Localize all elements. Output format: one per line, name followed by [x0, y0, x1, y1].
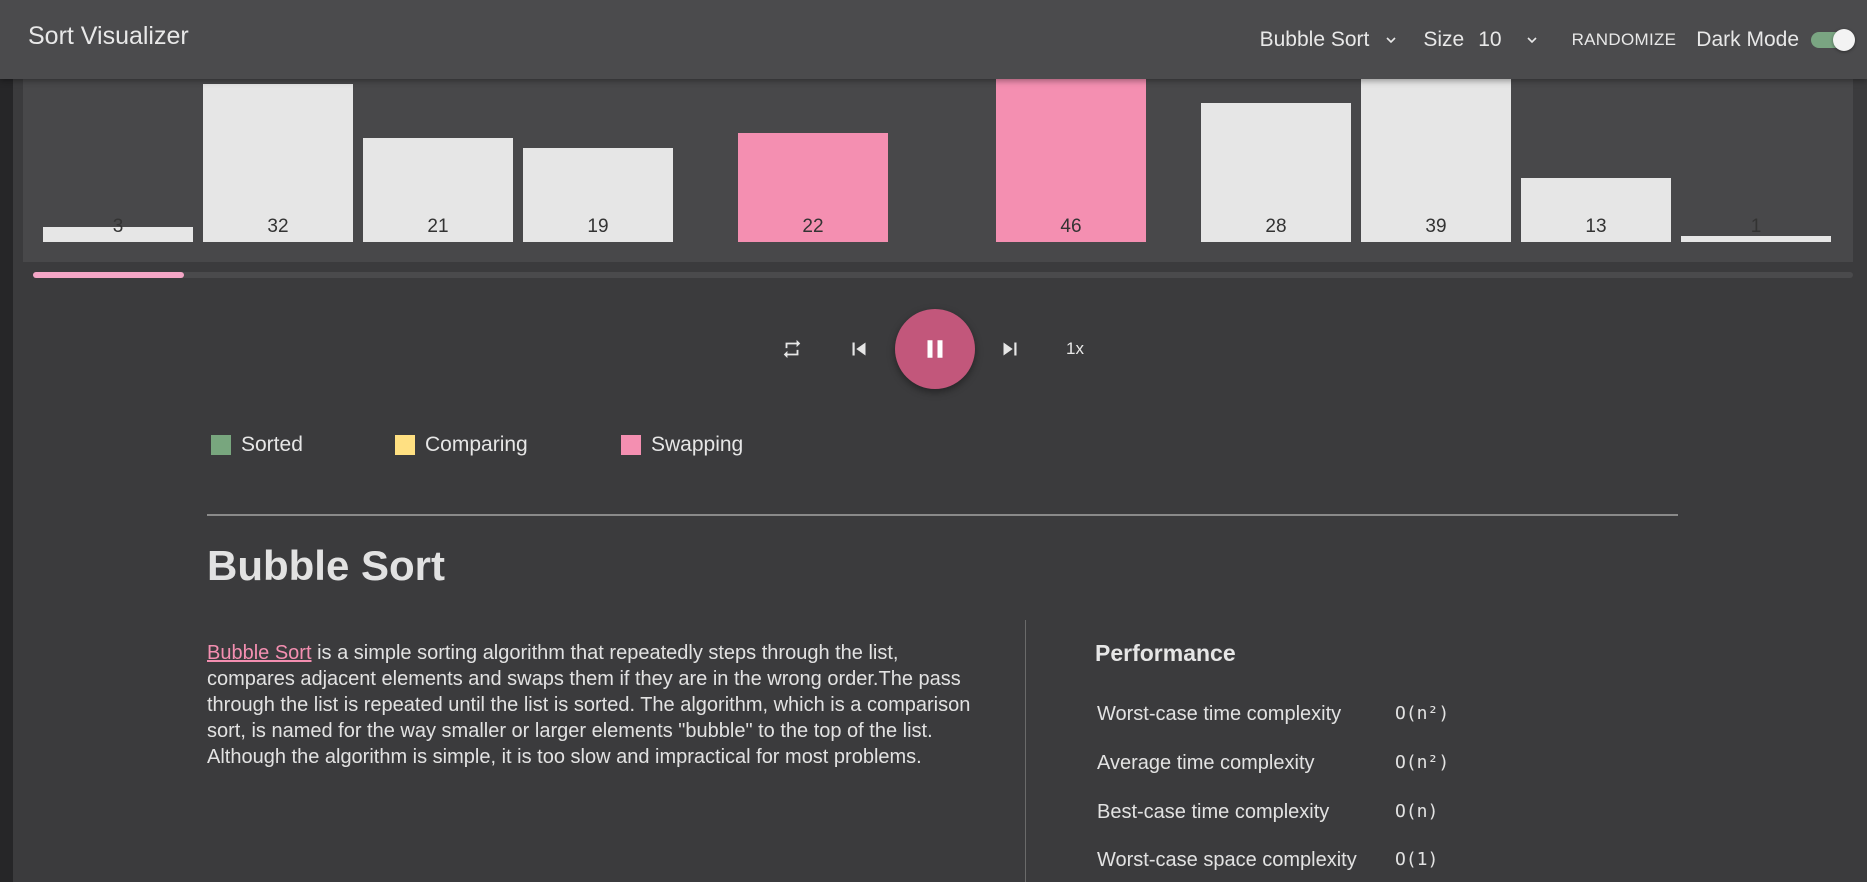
pause-button[interactable]: [895, 309, 975, 389]
bar-value-label: 19: [587, 216, 609, 237]
repeat-button[interactable]: [780, 337, 804, 361]
algorithm-wiki-link[interactable]: Bubble Sort: [207, 642, 312, 664]
step-forward-button[interactable]: [997, 336, 1023, 362]
skip-next-icon: [1003, 342, 1017, 356]
performance-title: Performance: [1095, 640, 1236, 666]
step-back-button[interactable]: [846, 336, 872, 362]
array-bar: 13: [1521, 178, 1671, 242]
array-bar: 1: [1681, 216, 1831, 242]
performance-label: Best-case time complexity: [1097, 801, 1330, 823]
app-header: Sort Visualizer Bubble Sort Size 10 RAND…: [0, 0, 1867, 79]
progress-bar[interactable]: [33, 272, 1853, 278]
performance-row: Worst-case space complexity O(1): [1097, 849, 1438, 872]
dark-mode-toggle[interactable]: [1811, 28, 1855, 51]
legend-label: Comparing: [425, 433, 528, 456]
pause-icon: [927, 340, 943, 358]
array-bar: 3: [43, 216, 193, 242]
legend-item-sorted: Sorted: [211, 433, 303, 457]
performance-row: Best-case time complexity O(n): [1097, 801, 1438, 824]
legend-swatch: [211, 435, 231, 455]
size-select-value: 10: [1478, 27, 1502, 51]
bar-value-label: 3: [112, 216, 124, 237]
bar-value-label: 22: [802, 216, 824, 237]
performance-label: Worst-case time complexity: [1097, 703, 1342, 725]
array-bar: 21: [363, 138, 513, 242]
algorithm-description: Bubble Sort is a simple sorting algorith…: [207, 640, 977, 770]
bar-value-label: 46: [1060, 216, 1082, 237]
performance-value: O(1): [1395, 849, 1439, 870]
algorithm-select[interactable]: Bubble Sort: [1260, 28, 1398, 52]
repeat-icon: [783, 339, 801, 359]
randomize-button[interactable]: RANDOMIZE: [1572, 30, 1677, 50]
legend-label: Swapping: [651, 433, 744, 456]
left-edge-strip: [0, 0, 13, 882]
chevron-down-icon: [1386, 36, 1396, 43]
performance-value: O(n): [1395, 801, 1439, 822]
legend-label: Sorted: [241, 433, 303, 456]
progress-fill: [33, 272, 185, 278]
legend-item-comparing: Comparing: [395, 433, 528, 457]
performance-value: O(n²): [1395, 703, 1450, 724]
size-select[interactable]: 10: [1478, 28, 1537, 52]
array-bar: 22: [738, 133, 888, 242]
bar-value-label: 32: [267, 216, 289, 237]
app-title: Sort Visualizer: [28, 22, 189, 50]
header-controls: Bubble Sort Size 10 RANDOMIZE Dark Mode: [1260, 0, 1867, 79]
description-text: is a simple sorting algorithm that repea…: [207, 642, 971, 768]
page: Sort Visualizer Bubble Sort Size 10 RAND…: [0, 0, 1867, 882]
speed-button[interactable]: 1x: [1055, 336, 1095, 362]
legend-swatch: [621, 435, 641, 455]
performance-row: Average time complexity O(n²): [1097, 752, 1449, 775]
legend-swatch: [395, 435, 415, 455]
vertical-divider: [1025, 620, 1026, 882]
dark-mode-label: Dark Mode: [1696, 27, 1799, 51]
bar-value-label: 39: [1425, 216, 1447, 237]
skip-previous-icon: [852, 342, 866, 356]
performance-label: Average time complexity: [1097, 752, 1315, 774]
array-visualizer: 3 32 21 19 22 46 28 39 13 1: [23, 14, 1853, 262]
performance-label: Worst-case space complexity: [1097, 849, 1357, 871]
array-bar: 32: [203, 84, 353, 242]
chevron-down-icon: [1527, 36, 1537, 43]
legend-item-swapping: Swapping: [621, 433, 743, 457]
section-divider: [207, 514, 1678, 516]
bar-value-label: 1: [1750, 216, 1762, 237]
bar-value-label: 28: [1265, 216, 1287, 237]
performance-row: Worst-case time complexity O(n²): [1097, 703, 1449, 726]
toggle-thumb: [1833, 28, 1855, 51]
size-label: Size: [1423, 27, 1465, 51]
performance-value: O(n²): [1395, 752, 1450, 773]
array-bar: 19: [523, 148, 673, 242]
bar-value-label: 13: [1585, 216, 1607, 237]
algorithm-title: Bubble Sort: [207, 542, 445, 589]
algorithm-select-value: Bubble Sort: [1259, 27, 1370, 51]
array-bar: 28: [1201, 103, 1351, 242]
bar-value-label: 21: [427, 216, 449, 237]
